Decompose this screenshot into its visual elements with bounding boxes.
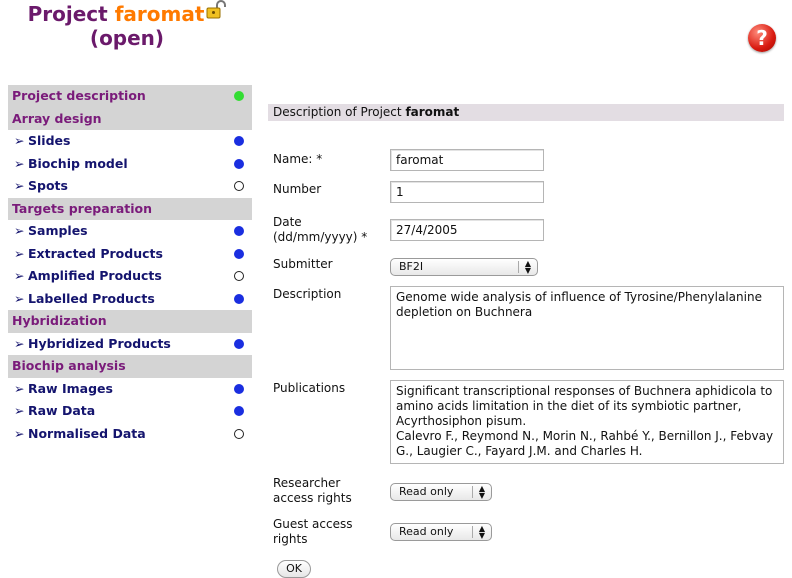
title-prefix: Project (27, 2, 108, 26)
sidebar-section-targets-preparation[interactable]: Targets preparation (8, 197, 252, 220)
arrow-right-icon: ➢ (14, 335, 25, 351)
sidebar-section-project-description[interactable]: Project description (8, 85, 252, 108)
status-blue-dot-icon (234, 338, 244, 349)
sidebar-nav: Project description Array design ➢ Slides ➢ B… (8, 85, 252, 445)
description-label: Description (273, 287, 342, 301)
select-stepper-icon: ▲ ▼ (478, 524, 486, 540)
status-blue-dot-icon (234, 293, 244, 304)
status-blue-dot-icon (234, 136, 244, 146)
number-label: Number (273, 182, 322, 196)
sidebar-label: Biochip model (28, 155, 128, 171)
description-textarea[interactable]: Genome wide analysis of influence of Tyr… (390, 286, 784, 370)
status-blue-dot-icon (234, 406, 244, 416)
guest-rights-value: Read only (399, 525, 454, 538)
arrow-right-icon: ➢ (14, 223, 25, 238)
date-label-line2: (dd/mm/yyyy) * (273, 230, 368, 244)
project-status: (open) (89, 26, 165, 50)
date-label: Date (dd/mm/yyyy) * (273, 215, 367, 245)
status-empty-dot-icon (234, 181, 244, 191)
date-field[interactable]: 27/4/2005 (390, 219, 544, 241)
arrow-right-icon: ➢ (14, 425, 25, 441)
status-green-dot-icon (234, 91, 244, 101)
sidebar-label: Raw Data (28, 403, 96, 418)
status-blue-dot-icon (234, 248, 244, 259)
status-blue-dot-icon (234, 383, 244, 394)
page-title: Project faromat (open) (12, 0, 242, 50)
status-blue-dot-icon (234, 226, 244, 236)
sidebar-section-array-design[interactable]: Array design (8, 107, 252, 130)
arrow-right-icon: ➢ (14, 133, 25, 148)
submitter-label: Submitter (273, 257, 333, 271)
sidebar-label: Normalised Data (28, 425, 146, 441)
sidebar-label: Raw Images (28, 380, 113, 396)
sidebar-label: Extracted Products (28, 245, 163, 261)
sidebar-label: Project description (12, 88, 146, 103)
date-label-line1: Date (273, 215, 302, 229)
description-header-text: Description of Project (273, 105, 402, 119)
submitter-value: BF2I (399, 260, 424, 273)
researcher-rights-select[interactable]: Read only ▲ ▼ (390, 483, 492, 501)
guest-label-line2: rights (273, 532, 308, 546)
sidebar-label: Spots (28, 178, 68, 193)
select-stepper-icon: ▲ ▼ (524, 259, 532, 275)
name-field[interactable]: faromat (390, 149, 544, 171)
researcher-rights-value: Read only (399, 485, 454, 498)
sidebar-item-slides[interactable]: ➢ Slides (8, 130, 252, 153)
open-lock-icon (206, 0, 227, 25)
researcher-label-line2: access rights (273, 491, 352, 505)
guest-rights-label: Guest access rights (273, 517, 353, 547)
sidebar-label: Samples (28, 223, 88, 238)
status-blue-dot-icon (234, 158, 244, 169)
select-stepper-icon: ▲ ▼ (478, 484, 486, 500)
sidebar-label: Amplified Products (28, 268, 162, 283)
sidebar-item-biochip-model[interactable]: ➢ Biochip model (8, 153, 252, 176)
select-divider (518, 261, 519, 273)
description-header: Description of Project faromat (268, 104, 784, 121)
sidebar-label: Hybridization (12, 313, 107, 328)
ok-button[interactable]: OK (277, 560, 311, 578)
help-icon[interactable]: ? (748, 24, 776, 52)
sidebar-item-raw-data[interactable]: ➢ Raw Data (8, 400, 252, 423)
status-empty-dot-icon (234, 271, 244, 281)
select-divider (472, 486, 473, 498)
sidebar-item-normalised-data[interactable]: ➢ Normalised Data (8, 423, 252, 446)
sidebar-section-hybridization[interactable]: Hybridization (8, 310, 252, 333)
name-label: Name: * (273, 152, 323, 166)
arrow-right-icon: ➢ (14, 290, 25, 306)
researcher-rights-label: Researcher access rights (273, 476, 352, 506)
sidebar-section-biochip-analysis[interactable]: Biochip analysis (8, 355, 252, 378)
researcher-label-line1: Researcher (273, 476, 341, 490)
sidebar-item-amplified-products[interactable]: ➢ Amplified Products (8, 265, 252, 288)
sidebar-label: Labelled Products (28, 290, 155, 306)
guest-rights-select[interactable]: Read only ▲ ▼ (390, 523, 492, 541)
sidebar-item-samples[interactable]: ➢ Samples (8, 220, 252, 243)
arrow-right-icon: ➢ (14, 178, 25, 193)
guest-label-line1: Guest access (273, 517, 353, 531)
sidebar-label: Targets preparation (12, 200, 153, 216)
sidebar-item-spots[interactable]: ➢ Spots (8, 175, 252, 198)
publications-textarea[interactable]: Significant transcriptional responses of… (390, 380, 784, 464)
arrow-right-icon: ➢ (14, 268, 25, 283)
sidebar-item-extracted-products[interactable]: ➢ Extracted Products (8, 243, 252, 266)
select-divider (472, 526, 473, 538)
sidebar-label: Biochip analysis (12, 358, 126, 373)
sidebar-label: Slides (28, 133, 71, 148)
arrow-right-icon: ➢ (14, 380, 25, 396)
publications-label: Publications (273, 381, 346, 395)
sidebar-label: Hybridized Products (28, 335, 171, 351)
number-field[interactable]: 1 (390, 181, 544, 203)
sidebar-item-labelled-products[interactable]: ➢ Labelled Products (8, 288, 252, 311)
submitter-select[interactable]: BF2I ▲ ▼ (390, 258, 538, 276)
sidebar-item-raw-images[interactable]: ➢ Raw Images (8, 378, 252, 401)
status-empty-dot-icon (234, 428, 244, 439)
description-header-project: faromat (405, 105, 460, 119)
project-name: faromat (114, 2, 205, 26)
arrow-right-icon: ➢ (14, 245, 25, 261)
arrow-right-icon: ➢ (14, 403, 25, 418)
sidebar-label: Array design (12, 110, 102, 126)
arrow-right-icon: ➢ (14, 155, 25, 171)
sidebar-item-hybridized-products[interactable]: ➢ Hybridized Products (8, 333, 252, 356)
